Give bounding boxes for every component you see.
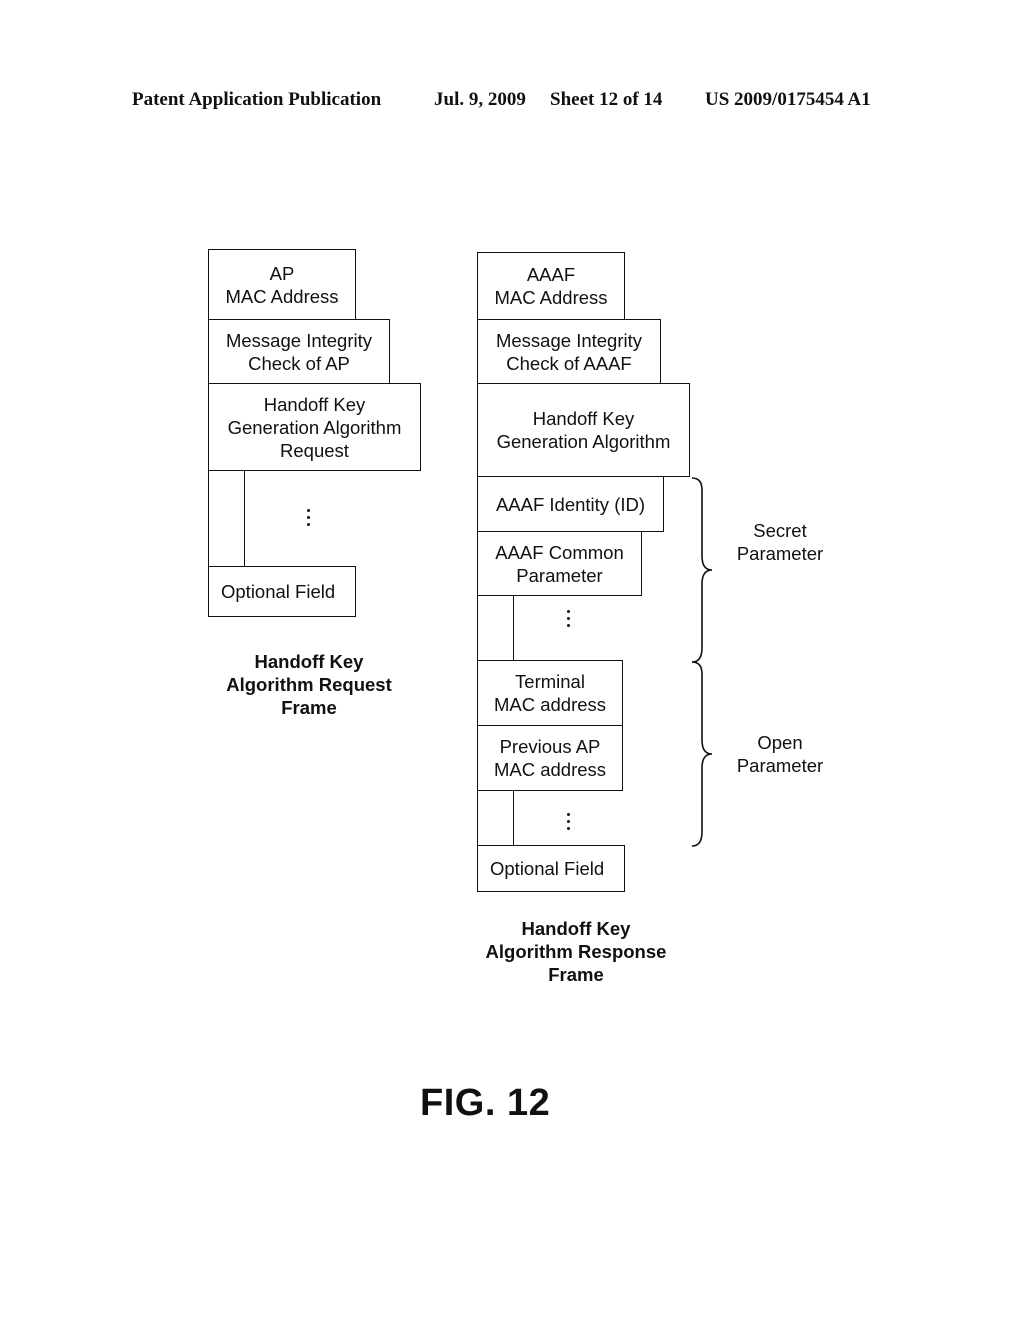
secret-parameter-brace-icon — [691, 477, 713, 663]
field-handoff-key-generation-algorithm-request: Handoff Key Generation Algorithm Request — [208, 383, 421, 471]
field-handoff-key-generation-algorithm: Handoff Key Generation Algorithm — [477, 383, 690, 477]
request-frame-caption: Handoff Key Algorithm Request Frame — [226, 651, 392, 718]
field-stem — [208, 470, 245, 567]
publication-date: Jul. 9, 2009 — [434, 89, 526, 110]
field-optional-field: Optional Field — [208, 566, 356, 617]
secret-parameter-label: Secret Parameter — [736, 520, 824, 564]
field-ap-mac-address: AP MAC Address — [208, 249, 356, 320]
field-previous-ap-mac-address: Previous AP MAC address — [477, 725, 623, 791]
publication-type: Patent Application Publication — [132, 89, 382, 110]
field-aaaf-mac-address: AAAF MAC Address — [477, 252, 625, 320]
patent-number: US 2009/0175454 A1 — [705, 89, 871, 110]
sheet-number: Sheet 12 of 14 — [550, 89, 663, 110]
field-aaaf-identity: AAAF Identity (ID) — [477, 476, 664, 532]
response-frame-caption: Handoff Key Algorithm Response Frame — [485, 918, 667, 985]
open-parameter-brace-icon — [691, 661, 713, 847]
ellipsis-icon — [567, 610, 571, 631]
ellipsis-icon — [567, 813, 571, 834]
field-stem — [477, 595, 514, 661]
field-terminal-mac-address: Terminal MAC address — [477, 660, 623, 726]
field-message-integrity-check-aaaf: Message Integrity Check of AAAF — [477, 319, 661, 384]
open-parameter-label: Open Parameter — [736, 732, 824, 776]
field-aaaf-common-parameter: AAAF Common Parameter — [477, 531, 642, 596]
field-message-integrity-check-ap: Message Integrity Check of AP — [208, 319, 390, 384]
page-header: Patent Application Publication Jul. 9, 2… — [0, 89, 1024, 113]
field-optional-field: Optional Field — [477, 845, 625, 892]
figure-label: FIG. 12 — [420, 1082, 551, 1124]
ellipsis-icon — [307, 509, 311, 530]
field-stem — [477, 790, 514, 846]
